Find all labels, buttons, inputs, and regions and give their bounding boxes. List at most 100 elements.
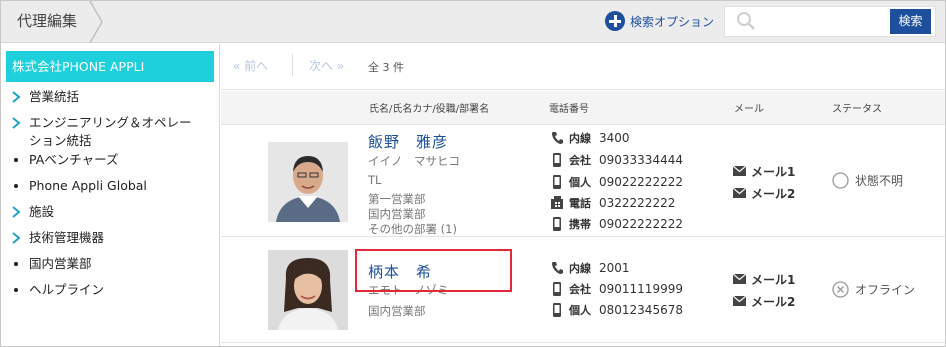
prev-page-link[interactable]: « 前へ (233, 57, 268, 74)
column-header-mail: メール (734, 104, 764, 115)
mail-link[interactable]: メール1 (733, 161, 795, 181)
table-header: 氏名/氏名カナ/役職/部署名 電話番号 メール ステータス (221, 91, 945, 125)
phone-number: 3400 (599, 131, 630, 145)
phone-number: 09033334444 (599, 153, 683, 167)
phone-entry[interactable]: 内線 3400 (551, 128, 630, 148)
sidebar-item-label: 営業統括 (29, 89, 80, 104)
phone-type: 内線 (569, 132, 591, 145)
phone-type: 個人 (569, 304, 591, 317)
envelope-icon (733, 188, 746, 198)
phone-type: 会社 (569, 154, 591, 167)
breadcrumb-arrow-icon (89, 1, 103, 43)
status-unknown-icon (832, 172, 849, 189)
sidebar-item-sales[interactable]: 営業統括 (11, 88, 79, 106)
phone-entry[interactable]: 会社 09011119999 (551, 279, 683, 299)
phone-number: 09022222222 (599, 217, 683, 231)
bullet-icon (14, 262, 18, 266)
sidebar-item-label: 国内営業部 (29, 256, 92, 271)
chevron-right-icon (12, 232, 21, 244)
mobile-icon (553, 282, 561, 296)
phone-type: 電話 (569, 197, 591, 210)
phone-type: 内線 (569, 262, 591, 275)
mail-link[interactable]: メール2 (733, 291, 795, 311)
envelope-icon (733, 274, 746, 284)
phone-number: 09011119999 (599, 282, 683, 296)
mail-label: メール1 (751, 272, 796, 287)
bullet-icon (14, 158, 18, 162)
column-header-phone: 電話番号 (549, 104, 589, 115)
sidebar-item-tech-equipment[interactable]: 技術管理機器 (11, 229, 104, 247)
sidebar-item-engineering[interactable]: エンジニアリング＆オペレー ション統括 (11, 114, 192, 150)
plus-icon (605, 11, 625, 31)
status-label: 状態不明 (855, 174, 904, 188)
mobile-icon (553, 153, 561, 167)
mail-link[interactable]: メール1 (733, 269, 795, 289)
phone-type: 会社 (569, 283, 591, 296)
breadcrumb[interactable]: 代理編集 (17, 10, 77, 31)
phone-entry[interactable]: 個人 08012345678 (551, 300, 683, 320)
phone-icon (552, 132, 563, 144)
mail-label: メール1 (751, 164, 796, 179)
phone-number: 09022222222 (599, 175, 683, 189)
contact-meta: イイノ マサヒコ TL 第一営業部 国内営業部 その他の部署 (1) (368, 154, 460, 237)
sidebar-item-label: PAベンチャーズ (29, 152, 119, 167)
phone-number: 08012345678 (599, 303, 683, 317)
sidebar-selected-org[interactable]: 株式会社PHONE APPLI (6, 51, 214, 82)
contact-dept: 国内営業部 (368, 207, 426, 221)
sidebar-item-helpline[interactable]: ヘルプライン (11, 281, 104, 299)
phone-entry[interactable]: 会社 09033334444 (551, 150, 683, 170)
envelope-icon (733, 296, 746, 306)
sidebar-item-label: 施設 (29, 204, 55, 219)
sidebar-item-domestic-sales[interactable]: 国内営業部 (11, 255, 92, 273)
search-options-label: 検索オプション (630, 14, 715, 29)
table-row[interactable]: 柄本 希 エモト ノゾミ 国内営業部 内線 2001 会社 0901111999… (221, 238, 945, 343)
avatar[interactable] (268, 142, 348, 222)
sidebar: 株式会社PHONE APPLI 営業統括 エンジニアリング＆オペレー ション統括… (1, 44, 220, 346)
pager: « 前へ 次へ » 全 3 件 (221, 44, 945, 90)
table-row[interactable]: 飯野 雅彦 イイノ マサヒコ TL 第一営業部 国内営業部 その他の部署 (1)… (221, 126, 945, 237)
bullet-icon (14, 184, 18, 188)
chevron-right-icon (12, 117, 21, 129)
sidebar-item-facilities[interactable]: 施設 (11, 203, 54, 221)
mail-label: メール2 (751, 186, 796, 201)
sidebar-item-pa-ventures[interactable]: PAベンチャーズ (11, 151, 119, 169)
column-header-name: 氏名/氏名カナ/役職/部署名 (369, 104, 490, 115)
search-options-button[interactable]: 検索オプション (605, 10, 714, 32)
contact-title: TL (368, 173, 382, 187)
phone-entry[interactable]: 電話 0322222222 (551, 193, 675, 213)
status-badge: 状態不明 (832, 172, 903, 189)
sidebar-item-label: Phone Appli Global (29, 178, 147, 193)
status-offline-icon (832, 281, 849, 298)
phone-entry[interactable]: 個人 09022222222 (551, 172, 683, 192)
phone-type: 携帯 (569, 218, 591, 231)
mobile-icon (553, 175, 561, 189)
contact-dept: 第一営業部 (368, 192, 426, 206)
contact-dept-other[interactable]: その他の部署 (1) (368, 222, 460, 237)
mobile-icon (553, 303, 561, 317)
contact-dept: 国内営業部 (368, 304, 426, 318)
phone-number: 0322222222 (599, 196, 676, 210)
phone-number: 2001 (599, 261, 630, 275)
sidebar-item-label: ヘルプライン (29, 282, 105, 297)
next-page-link[interactable]: 次へ » (309, 57, 344, 74)
pager-divider (292, 54, 293, 76)
phone-icon (552, 262, 563, 274)
mail-link[interactable]: メール2 (733, 183, 795, 203)
person-photo-icon (268, 250, 348, 330)
prev-label: 前へ (244, 59, 269, 73)
contact-name[interactable]: 飯野 雅彦 (368, 131, 448, 152)
search-button[interactable]: 検索 (890, 9, 931, 34)
result-count: 全 3 件 (368, 61, 404, 74)
sidebar-item-label: 技術管理機器 (29, 230, 105, 245)
phone-entry[interactable]: 携帯 09022222222 (551, 214, 683, 234)
envelope-icon (733, 166, 746, 176)
avatar[interactable] (268, 250, 348, 330)
search-input[interactable] (760, 9, 886, 33)
phone-entry[interactable]: 内線 2001 (551, 258, 630, 278)
sidebar-item-phone-appli-global[interactable]: Phone Appli Global (11, 177, 147, 195)
status-label: オフライン (855, 283, 916, 297)
column-header-status: ステータス (832, 104, 882, 115)
next-label: 次へ (309, 59, 334, 73)
chevron-right-icon (12, 91, 21, 103)
chevron-right-icon (12, 206, 21, 218)
